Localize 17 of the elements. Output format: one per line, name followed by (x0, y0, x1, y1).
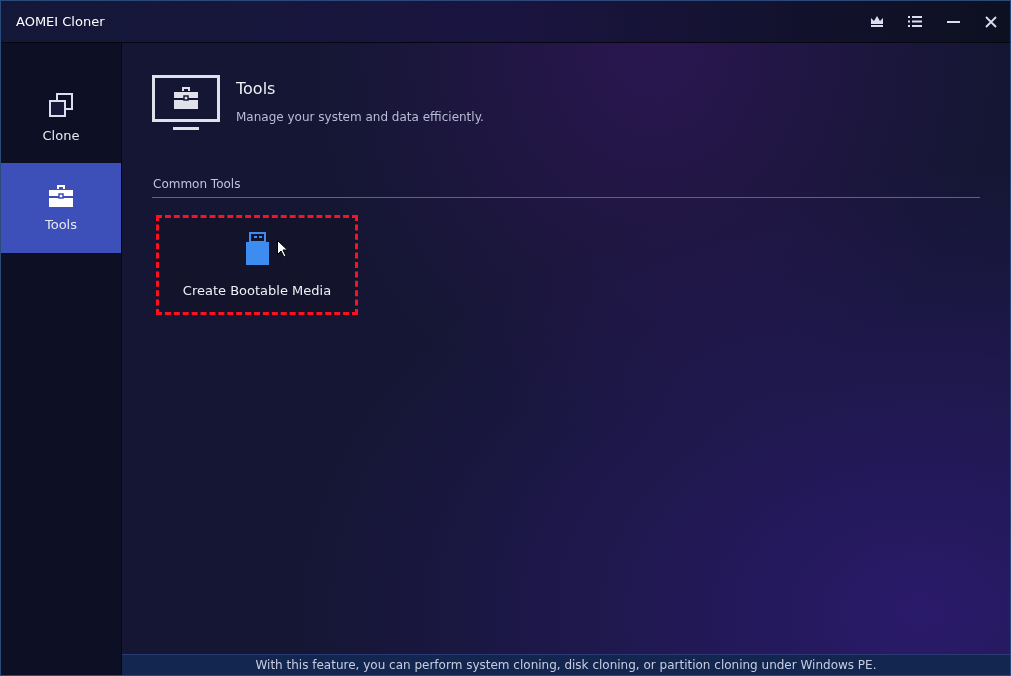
status-bar: With this feature, you can perform system cloning, disk cloning, or partition cloning under Windows PE. (122, 654, 1010, 675)
sidebar-item[interactable]: Clone (1, 73, 121, 163)
cursor-icon (277, 240, 288, 257)
overlapping-squares-icon (48, 93, 74, 118)
sidebar-item[interactable]: Tools (1, 163, 121, 253)
menu-icon (908, 16, 922, 27)
monitor-toolbox-icon (152, 75, 222, 131)
close-icon (985, 15, 997, 28)
crown-icon (871, 16, 883, 27)
section-heading: Common Tools (152, 177, 980, 198)
usb-drive-icon (245, 232, 269, 265)
window-title: AOMEI Cloner (16, 14, 106, 29)
toolbox-icon (49, 184, 73, 207)
tool-card[interactable]: Create Bootable Media (156, 215, 358, 315)
minimize-icon (946, 20, 960, 23)
page-subtitle: Manage your system and data efficiently. (236, 110, 484, 124)
page-title: Tools (236, 79, 277, 98)
